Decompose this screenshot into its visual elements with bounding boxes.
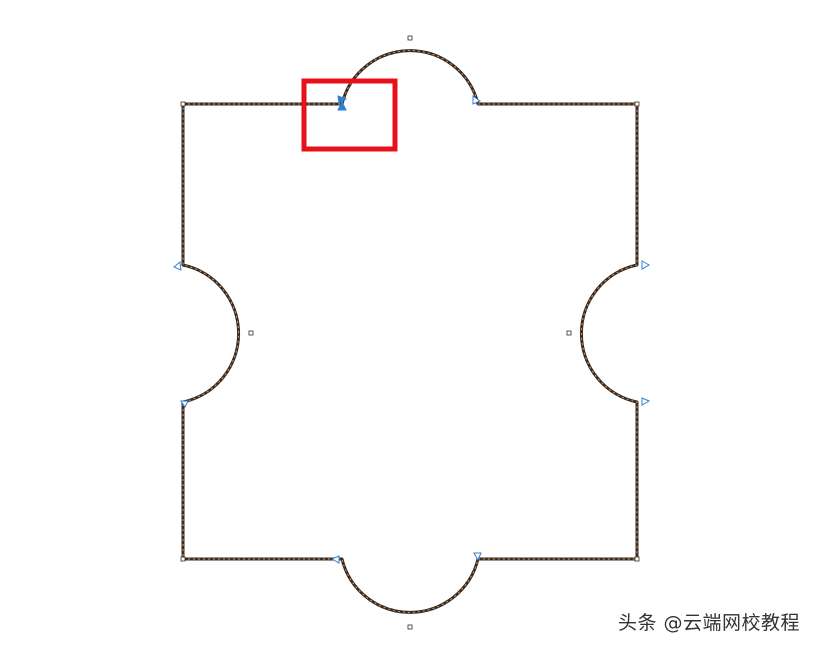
node-marker-icon[interactable] [641,260,651,270]
node-point[interactable] [634,101,640,107]
node-point[interactable] [180,101,186,107]
selection-highlight-box [301,78,398,152]
drawing-canvas[interactable] [0,0,818,655]
node-point[interactable] [566,330,572,336]
node-point[interactable] [407,35,413,41]
watermark-text: 头条 @云端网校教程 [617,612,800,634]
node-point[interactable] [634,556,640,562]
node-marker-icon[interactable] [330,555,340,564]
node-point[interactable] [407,624,413,630]
node-point[interactable] [248,330,254,336]
node-marker-icon[interactable] [173,261,182,271]
node-marker-icon[interactable] [641,397,651,406]
node-point[interactable] [180,556,186,562]
node-markers [173,35,651,630]
